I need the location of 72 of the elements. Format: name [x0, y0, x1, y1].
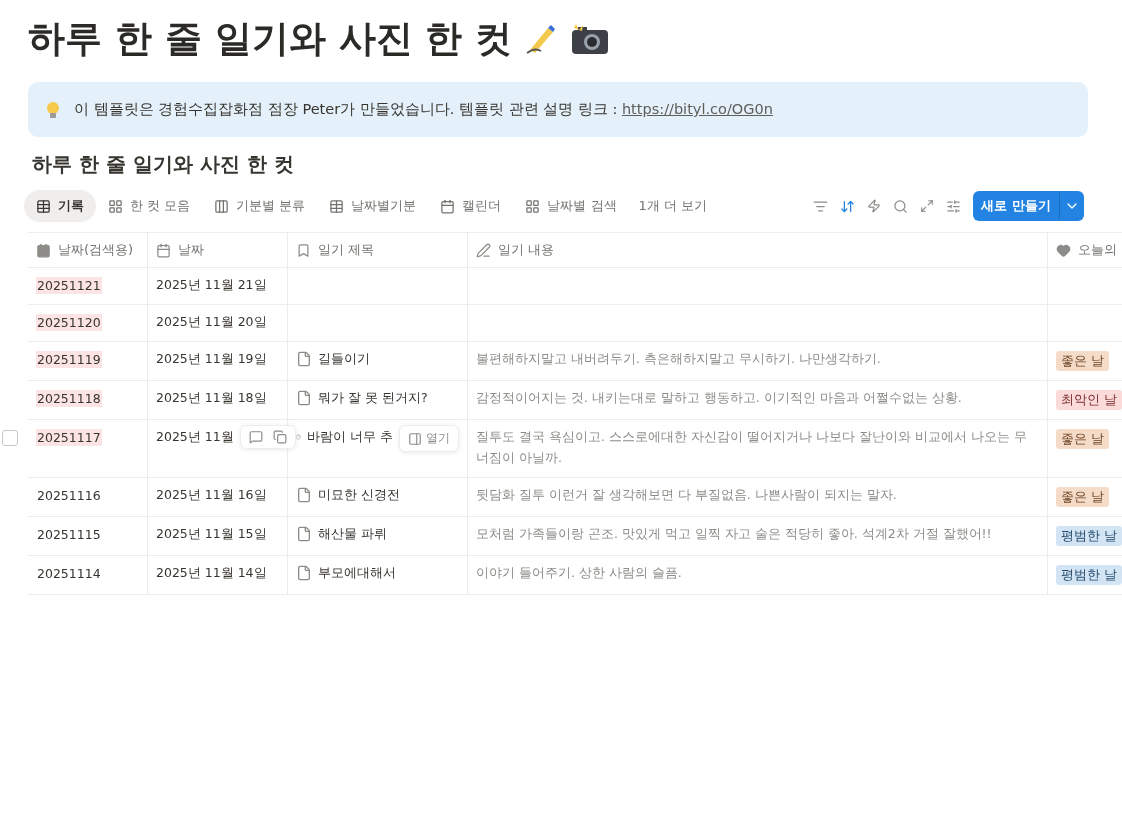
diary-title[interactable]: 뭐가 잘 못 된거지? [318, 390, 428, 407]
search-date: 20251116 [36, 487, 102, 505]
diary-content: 모처럼 가족들이랑 곤조. 맛있게 먹고 일찍 자고 술은 적당히 좋아. 석계2차 거절 잘했어!! [476, 525, 992, 544]
search-icon[interactable] [893, 198, 909, 214]
date-text: 2025년 11월 19일 [156, 351, 267, 368]
grid-icon [525, 198, 541, 214]
grid-icon [108, 198, 123, 214]
diary-title[interactable]: 미묘한 신경전 [318, 487, 400, 505]
column-header[interactable]: 날짜(검색용) [58, 241, 134, 259]
heart-icon [1056, 242, 1071, 258]
calendar-icon [440, 198, 456, 214]
new-button[interactable]: 새로 만들기 [973, 191, 1059, 221]
view-tab[interactable]: 기분별 분류 [202, 190, 318, 222]
diary-content: 불편해하지말고 내버려두기. 측은해하지말고 무시하기. 나만생각하기. [476, 350, 881, 368]
search-date: 20251119 [36, 351, 102, 368]
mood-tag: 평범한 날 [1056, 565, 1122, 586]
diary-title[interactable]: 바람이 너무 추 [307, 429, 393, 446]
view-tab[interactable]: 날짜별 검색 [513, 190, 629, 222]
table-icon [329, 198, 345, 214]
search-date: 20251121 [36, 277, 102, 294]
mood-tag: 좋은 날 [1056, 351, 1110, 371]
callout-text: 이 템플릿은 경험수집잡화점 점장 Peter가 만들었습니다. 템플릿 관련 설명 링크 : https://bityl.co/OG0n [74, 100, 773, 119]
expand-icon[interactable] [920, 199, 935, 213]
camera-icon [570, 22, 611, 56]
columns-icon [214, 198, 230, 214]
date-text: 2025년 11월 15일 [156, 526, 267, 544]
diary-title[interactable]: 해산물 파뤼 [318, 526, 387, 544]
date-text: 2025년 11월 [156, 429, 234, 446]
template-link[interactable]: https://bityl.co/OG0n [621, 101, 773, 117]
lightbulb-icon [46, 100, 60, 119]
diary-title[interactable]: 부모에대해서 [318, 565, 396, 583]
mood-tag: 최악인 날 [1056, 390, 1122, 410]
diary-title[interactable]: 길들이기 [318, 351, 370, 368]
date-text: 2025년 11월 20일 [156, 314, 267, 331]
view-tab[interactable]: 캘린더 [428, 190, 514, 222]
view-tab[interactable]: 날짜별기분 [317, 190, 429, 222]
calendar-icon [36, 242, 51, 258]
date-text: 2025년 11월 16일 [156, 487, 267, 505]
column-header[interactable]: 날짜 [178, 241, 204, 259]
date-text: 2025년 11월 14일 [156, 565, 267, 583]
calendar-icon [156, 242, 171, 258]
search-date: 20251117 [36, 429, 102, 446]
sort-icon[interactable] [840, 198, 856, 214]
diary-content: 뒷담화 질투 이런거 잘 생각해보면 다 부질없음. 나쁜사람이 되지는 말자. [476, 486, 897, 505]
search-date: 20251118 [36, 390, 102, 407]
side-panel-icon [408, 431, 422, 446]
column-header[interactable]: 일기 내용 [498, 241, 555, 259]
lightning-icon[interactable] [867, 199, 882, 213]
table-icon [36, 198, 51, 214]
pen-lines-icon [476, 242, 491, 258]
date-text: 2025년 11월 21일 [156, 277, 267, 294]
diary-content: 감정적이어지는 것. 내키는대로 말하고 행동하고. 이기적인 마음과 어쩔수없는 상황. [476, 389, 962, 407]
column-header[interactable]: 일기 제목 [318, 241, 375, 259]
date-text: 2025년 11월 18일 [156, 390, 267, 407]
view-tab[interactable]: 기록 [24, 190, 96, 222]
search-date: 20251120 [36, 314, 102, 331]
search-date: 20251115 [36, 526, 102, 544]
mood-tag: 좋은 날 [1056, 487, 1110, 508]
filter-icon[interactable] [813, 198, 829, 214]
column-header[interactable]: 오늘의 [1078, 241, 1117, 259]
view-tab[interactable]: 한 컷 모음 [96, 190, 203, 222]
page-title: 하루 한 줄 일기와 사진 한 컷 [28, 16, 513, 62]
diary-content: 이야기 들어주기. 상한 사람의 슬픔. [476, 564, 682, 583]
bookmark-icon [296, 242, 311, 258]
search-date: 20251114 [36, 565, 102, 583]
row-checkbox[interactable] [2, 430, 18, 446]
settings-icon[interactable] [946, 198, 962, 214]
mood-tag: 평범한 날 [1056, 526, 1122, 547]
more-views-button[interactable]: 1개 더 보기 [628, 190, 718, 222]
diary-content: 질투도 결국 욕심이고. 스스로에대한 자신감이 떨어지거나 나보다 잘난이와 비교에서 나오는 무너짐이 아닐까. [476, 428, 1028, 467]
mood-tag: 좋은 날 [1056, 429, 1110, 449]
database-title: 하루 한 줄 일기와 사진 한 컷 [32, 151, 295, 178]
